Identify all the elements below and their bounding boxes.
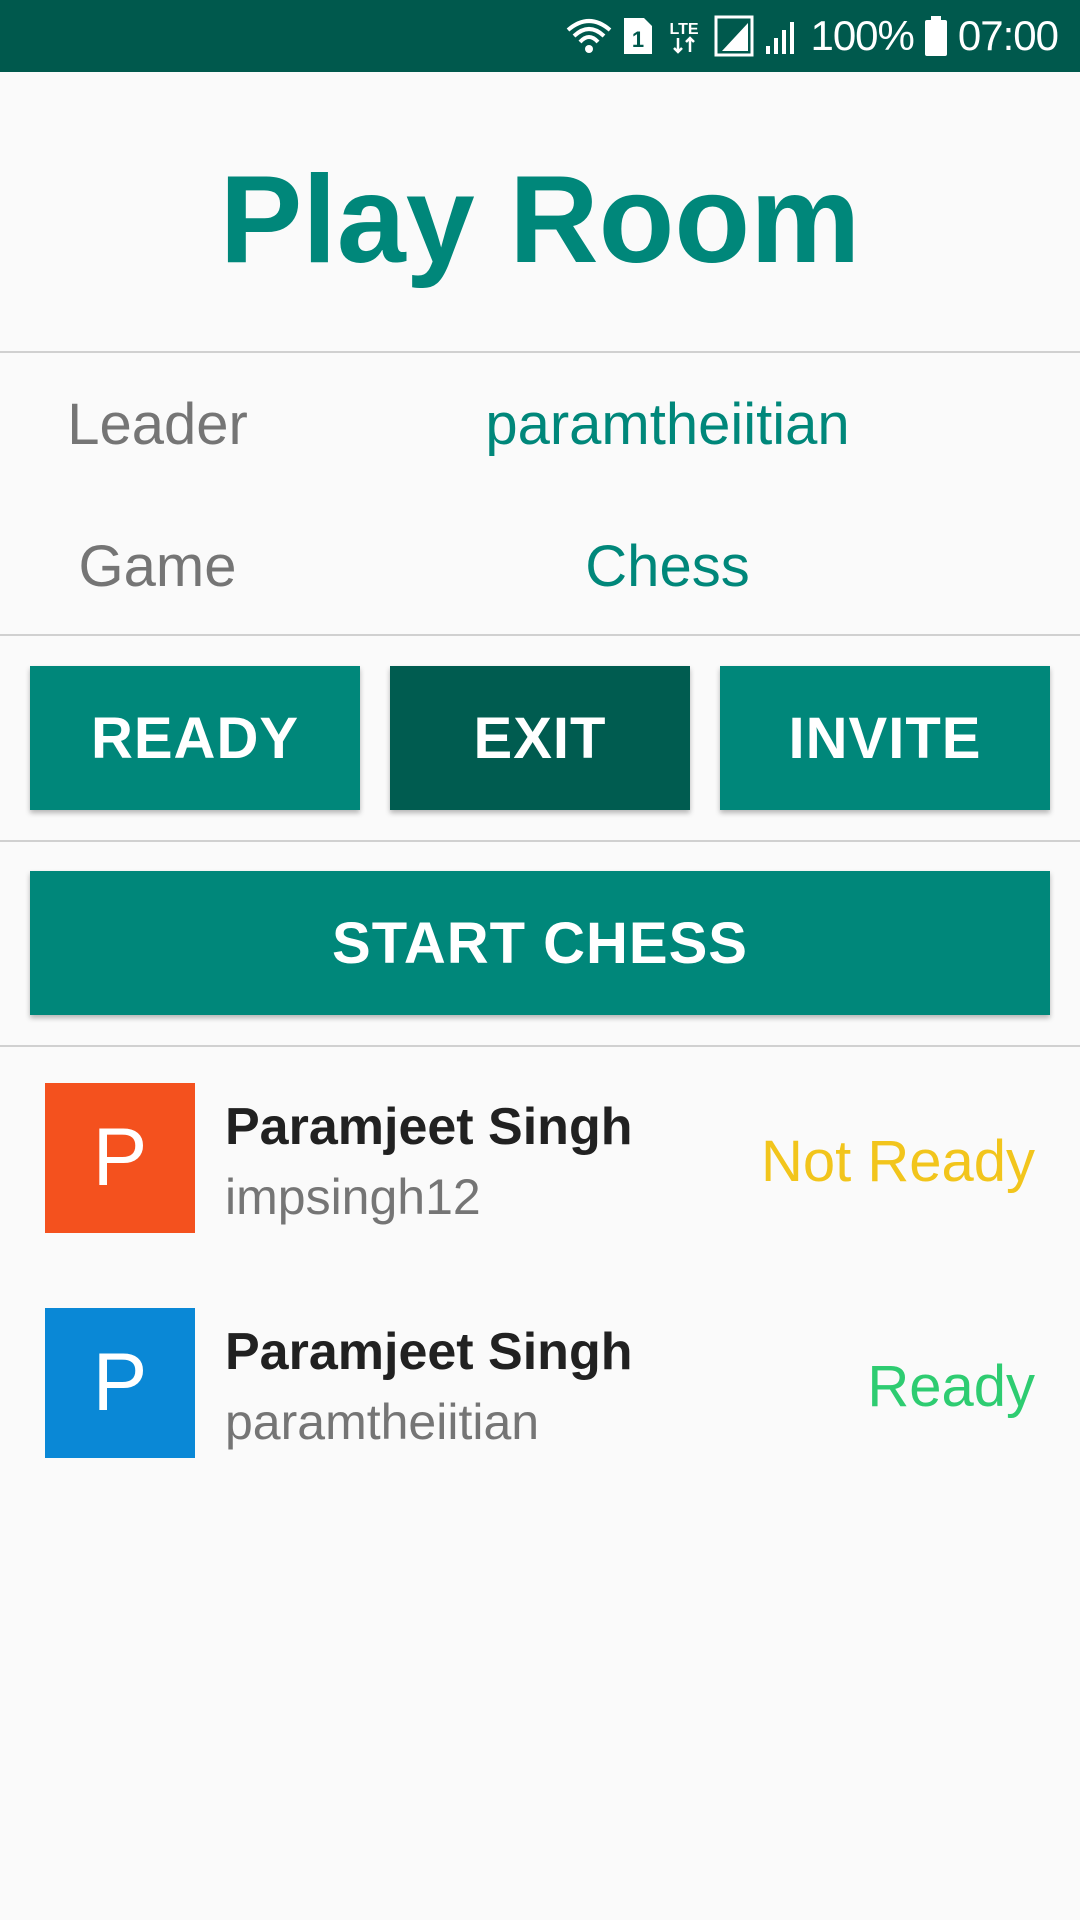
lte-icon: LTE — [664, 16, 704, 56]
avatar: P — [45, 1083, 195, 1233]
start-game-button[interactable]: START CHESS — [30, 871, 1050, 1015]
invite-button[interactable]: INVITE — [720, 666, 1050, 810]
signal-icon — [764, 16, 800, 56]
leader-label: Leader — [67, 392, 248, 457]
battery-percent: 100% — [810, 12, 914, 59]
exit-button[interactable]: EXIT — [390, 666, 690, 810]
sim-badge: 1 — [632, 27, 644, 52]
player-username: impsingh12 — [225, 1169, 481, 1225]
avatar: P — [45, 1308, 195, 1458]
player-status: Ready — [867, 1354, 1035, 1419]
page-title: Play Room — [219, 151, 861, 289]
clock: 07:00 — [957, 12, 1059, 59]
player-name: Paramjeet Singh — [225, 1098, 633, 1156]
status-icons: 1 LTE 100% 07:00 — [566, 0, 1059, 72]
leader-value: paramtheiitian — [485, 392, 850, 457]
player-status: Not Ready — [760, 1129, 1035, 1194]
player-name: Paramjeet Singh — [225, 1323, 633, 1381]
divider — [0, 634, 1080, 636]
game-value: Chess — [585, 534, 750, 599]
battery-icon — [924, 15, 948, 57]
ready-button[interactable]: READY — [30, 666, 360, 810]
divider — [0, 840, 1080, 842]
wifi-icon — [566, 16, 612, 56]
sim-icon: 1 — [622, 16, 654, 56]
divider — [0, 351, 1080, 353]
player-username: paramtheiitian — [225, 1394, 540, 1450]
status-bar: 1 LTE 100% 07:00 — [0, 0, 1080, 72]
list-item[interactable]: P Paramjeet Singh paramtheiitian Ready — [0, 1308, 1080, 1458]
game-label: Game — [78, 534, 237, 599]
lte-label: LTE — [670, 21, 699, 38]
list-item[interactable]: P Paramjeet Singh impsingh12 Not Ready — [0, 1083, 1080, 1233]
signal-box-icon — [714, 15, 754, 57]
divider — [0, 1045, 1080, 1047]
